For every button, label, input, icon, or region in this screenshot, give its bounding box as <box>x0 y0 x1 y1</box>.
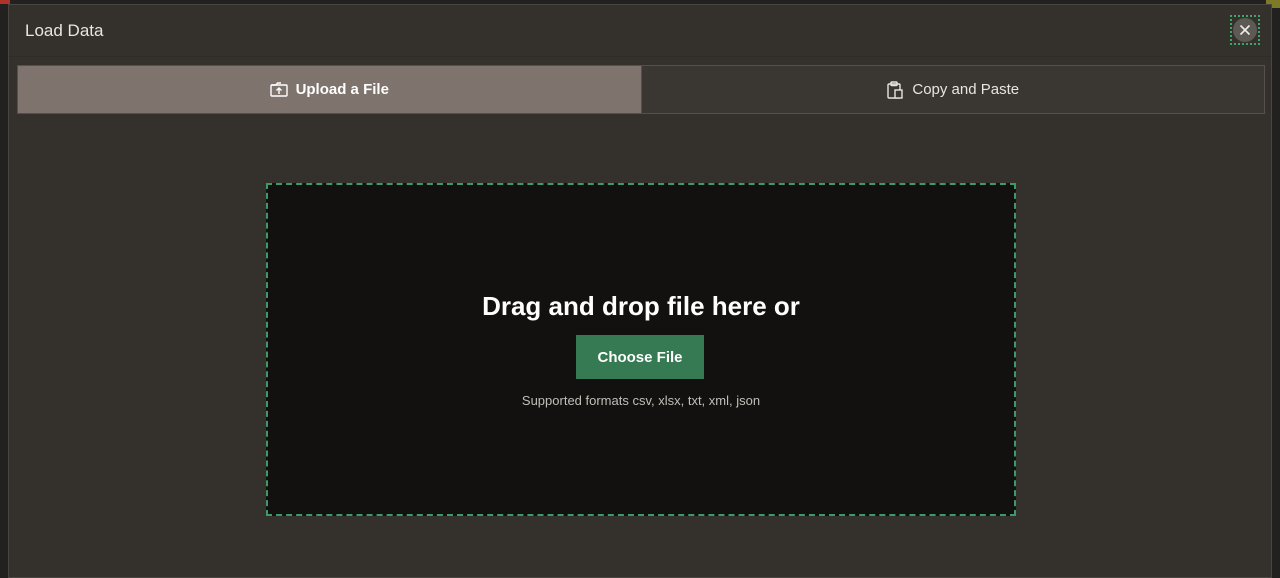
file-dropzone[interactable]: Drag and drop file here or Choose File S… <box>266 183 1016 516</box>
dropzone-heading: Drag and drop file here or <box>482 291 800 321</box>
upload-file-icon <box>269 81 288 98</box>
load-data-dialog: Load Data Upload a File Copy and Paste D… <box>8 4 1272 578</box>
close-button[interactable] <box>1230 15 1260 45</box>
choose-file-button[interactable]: Choose File <box>576 335 704 379</box>
clipboard-icon <box>886 80 904 99</box>
dialog-header: Load Data <box>9 5 1271 57</box>
load-method-tabs: Upload a File Copy and Paste <box>17 65 1265 114</box>
tab-copy-paste-label: Copy and Paste <box>912 81 1020 98</box>
tab-upload-file-label: Upload a File <box>295 81 389 98</box>
dialog-title: Load Data <box>25 21 104 40</box>
tab-copy-paste[interactable]: Copy and Paste <box>640 66 1264 113</box>
tab-upload-file[interactable]: Upload a File <box>18 66 641 113</box>
supported-formats-text: Supported formats csv, xlsx, txt, xml, j… <box>521 393 761 408</box>
close-icon <box>1233 18 1257 42</box>
